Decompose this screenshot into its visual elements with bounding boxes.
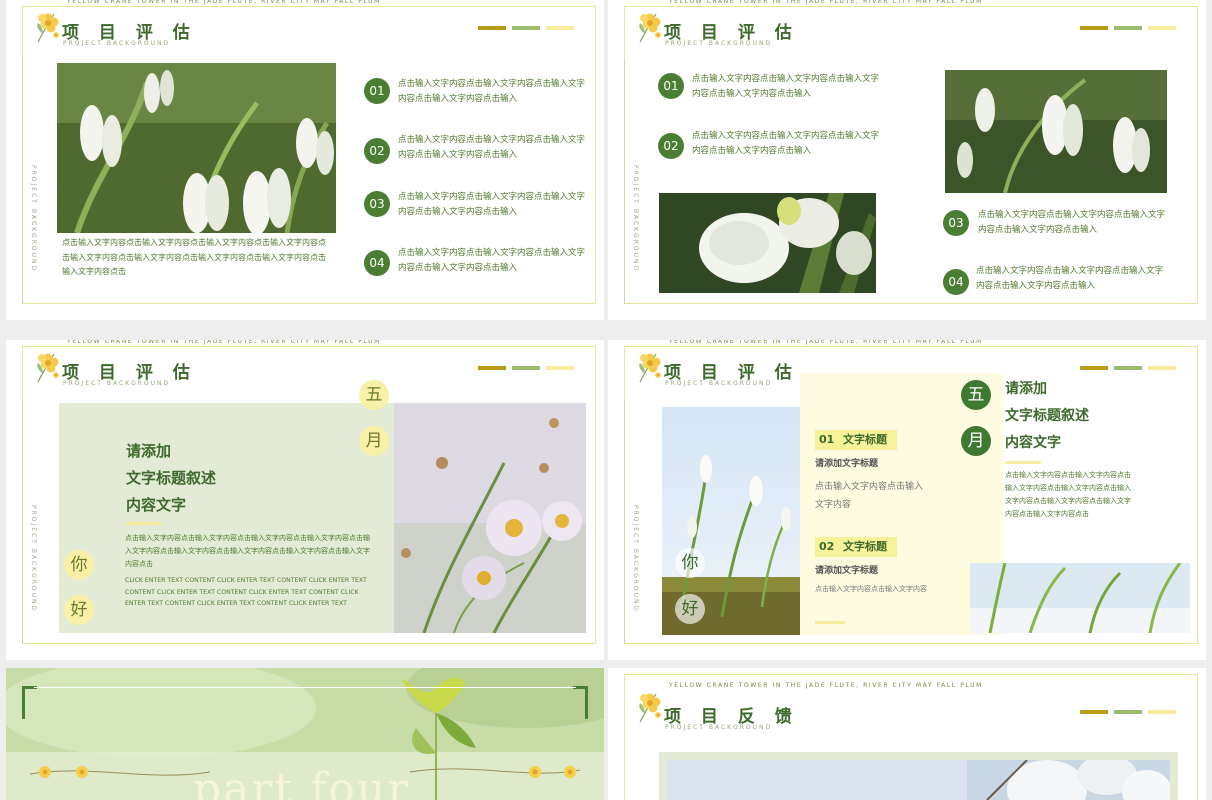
item-number: 02 [364,138,390,164]
snowdrop-photo [57,63,336,233]
snowdrop-photo [945,70,1167,193]
item-number: 03 [364,191,390,217]
tagline: YELLOW CRANE TOWER IN THE JADE FLUTE, RI… [664,682,988,689]
item-text: 点击输入文字内容点击输入文字内容点击输入文字内容点击输入文字内容点击输入 [692,74,880,99]
char-bubble: 月 [961,426,991,456]
tagline: YELLOW CRANE TOWER IN THE JADE FLUTE, RI… [62,0,386,5]
tagline: YELLOW CRANE TOWER IN THE JADE FLUTE, RI… [664,0,988,5]
vertical-label: PROJECT BACKGROUND [30,165,37,273]
top-rule [34,687,576,688]
side-line [624,400,625,644]
headline-line: 请添加 [126,442,172,460]
item-text: 点击输入文字内容点击输入文字内容点击输入文字内容点击输入文字内容点击输入 [398,79,586,104]
headline-underline [126,522,162,525]
corner-bracket-right [573,686,588,719]
decor-bars [1080,366,1176,370]
vertical-label: PROJECT BACKGROUND [632,165,639,273]
photo-caption: 点击输入文字内容点击输入文字内容点击输入文字内容点击输入文字内容点击输入文字内容… [62,238,326,276]
item-text: 点击输入文字内容点击输入文字内容点击输入文字内容点击输入文字内容点击输入 [976,266,1164,291]
char-bubble: 五 [359,380,389,410]
block-text: 点击输入文字内容点击输入文字内容 [815,482,924,510]
item-text: 点击输入文字内容点击输入文字内容点击输入文字内容点击输入文字内容点击输入 [398,192,586,217]
item-number: 01 [658,73,684,99]
item-text: 点击输入文字内容点击输入文字内容点击输入文字内容点击输入文字内容点击输入 [398,135,586,160]
decor-bars [478,366,574,370]
item-number: 01 [364,78,390,104]
right-text: 点击输入文字内容点击输入文字内容点击输入文字内容点击输入文字内容点击输入文字内容… [1005,471,1131,518]
body-text: 点击输入文字内容点击输入文字内容点击输入文字内容点击输入文字内容点击输入文字内容… [125,534,370,568]
flower-icon [638,12,662,43]
item-text: 点击输入文字内容点击输入文字内容点击输入文字内容点击输入文字内容点击输入 [398,248,586,273]
side-line [22,400,23,644]
item-number: 02 [658,133,684,159]
decor-bars [478,26,574,30]
slide-3: YELLOW CRANE TOWER IN THE JADE FLUTE, RI… [6,340,604,660]
block-label: 文字标题 [843,433,887,446]
char-bubble: 你 [675,548,705,578]
block-tag: 01 文字标题 [815,430,897,450]
block-underline [815,621,845,624]
flower-icon [638,352,662,383]
item-number: 04 [943,269,969,295]
headline-line: 请添加 [1005,381,1047,397]
tagline: YELLOW CRANE TOWER IN THE JADE FLUTE, RI… [62,340,386,345]
headline-line: 文字标题叙述 [126,469,217,487]
item-number: 03 [943,210,969,236]
char-bubble: 月 [359,426,389,456]
block-tag: 02 文字标题 [815,537,897,557]
item-text: 点击输入文字内容点击输入文字内容点击输入文字内容点击输入文字内容点击输入 [978,210,1166,235]
part-heading: part four [193,764,411,800]
side-line [22,60,23,304]
decor-bars [1080,710,1176,714]
headline-line: 内容文字 [1005,435,1061,451]
char-bubble: 好 [64,595,94,625]
tagline: YELLOW CRANE TOWER IN THE JADE FLUTE, RI… [664,340,988,345]
headline-underline [1005,461,1041,464]
white-blossom-photo [667,760,1170,800]
block-number: 02 [819,540,835,553]
headline-line: 内容文字 [126,496,187,514]
block-label: 文字标题 [843,540,887,553]
flower-icon [36,12,60,43]
page-subtitle: PROJECT BACKGROUND [63,380,171,387]
block-text: 点击输入文字内容点击输入文字内容 [815,585,927,593]
char-bubble: 好 [675,594,705,624]
slide-4: YELLOW CRANE TOWER IN THE JADE FLUTE, RI… [608,340,1206,660]
block-subtitle: 请添加文字标题 [815,459,879,469]
slide-6: YELLOW CRANE TOWER IN THE JADE FLUTE, RI… [608,668,1206,800]
aster-flowers-photo [394,403,586,633]
char-bubble: 五 [961,380,991,410]
page-subtitle: PROJECT BACKGROUND [665,380,773,387]
page-subtitle: PROJECT BACKGROUND [665,40,773,47]
vertical-label: PROJECT BACKGROUND [632,505,639,613]
page-subtitle: PROJECT BACKGROUND [665,724,773,731]
flower-icon [638,692,662,723]
page-subtitle: PROJECT BACKGROUND [63,40,171,47]
decor-bars [1080,26,1176,30]
corner-bracket-left [22,686,37,719]
block-number: 01 [819,433,835,446]
white-rose-photo [659,193,876,293]
headline-line: 文字标题叙述 [1005,408,1089,424]
item-text: 点击输入文字内容点击输入文字内容点击输入文字内容点击输入文字内容点击输入 [692,131,880,156]
vertical-label: PROJECT BACKGROUND [30,505,37,613]
side-line [624,60,625,304]
english-text: CLICK ENTER TEXT CONTENT CLICK ENTER TEX… [125,577,367,607]
char-bubble: 你 [64,550,94,580]
slide-5: part four [6,668,604,800]
item-number: 04 [364,250,390,276]
flower-icon [36,352,60,383]
slide-1: YELLOW CRANE TOWER IN THE JADE FLUTE, RI… [6,0,604,320]
slide-2: YELLOW CRANE TOWER IN THE JADE FLUTE, RI… [608,0,1206,320]
snow-grass-photo [970,563,1190,633]
block-subtitle: 请添加文字标题 [815,566,879,576]
